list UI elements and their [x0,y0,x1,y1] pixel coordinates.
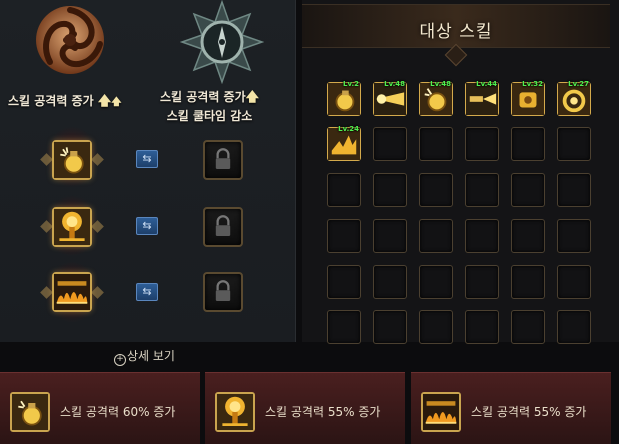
swap-button[interactable]: ⇆ [136,150,158,168]
empty-skill-slot[interactable] [373,173,407,207]
target-skill-slot[interactable]: Lv.27 [557,80,591,116]
up-arrow-icon: 🡅 [245,90,260,105]
target-skill-panel: 대상 스킬 Lv.2 Lv.48 Lv.48 Lv.44 Lv.32 Lv.27… [302,0,619,344]
lock-icon [215,148,231,169]
target-skill-slot[interactable]: Lv.32 [511,80,545,116]
effect-icon [10,392,50,432]
compass-emblem-icon[interactable] [179,0,265,85]
empty-skill-slot[interactable] [511,219,545,253]
type1-label: 스킬 공격력 증가 🡅🡅 [8,92,121,114]
empty-skill-slot[interactable] [419,127,453,161]
empty-skill-slot[interactable] [465,310,499,344]
swap-icon: ⇆ [142,285,152,298]
skill-level: Lv.2 [343,80,359,88]
empty-skill-slot[interactable] [373,265,407,299]
grenade-skill-icon [12,394,48,430]
row2-lock-slot[interactable] [203,207,243,247]
skill-level: Lv.32 [522,80,543,88]
type2-label2: 스킬 쿨타임 감소 [166,109,253,123]
empty-skill-slot[interactable] [511,265,545,299]
effect-text: 스킬 공격력 60% 증가 [60,405,176,419]
row1-lock-slot[interactable] [203,140,243,180]
empty-skill-slot[interactable] [327,265,361,299]
target-skill-slot[interactable]: Lv.48 [373,80,407,116]
left-panel: 스킬 공격력 증가 🡅🡅 스킬 공격력 증가🡅 스킬 쿨타임 감소 ⇆ ⇆ ⇆ [0,0,296,342]
up-arrow-small-icon: 🡅 [111,97,122,108]
effect-card: 스킬 공격력 60% 증가 [0,372,200,444]
swap-button[interactable]: ⇆ [136,283,158,301]
swirl-emblem-icon[interactable] [28,0,112,84]
target-skill-slot[interactable]: Lv.2 [327,80,361,116]
empty-skill-slot[interactable] [327,310,361,344]
target-skill-slot[interactable]: Lv.24 [327,125,361,161]
target-skill-title: 대상 스킬 [419,22,493,42]
explosion-tree-skill-icon [54,209,90,245]
swap-icon: ⇆ [142,152,152,165]
target-skill-header: 대상 스킬 [302,4,610,67]
empty-skill-slot[interactable] [511,127,545,161]
row3-skill-slot[interactable] [52,272,92,312]
empty-skill-slot[interactable] [465,265,499,299]
empty-skill-slot[interactable] [327,219,361,253]
skill-level: Lv.48 [384,80,405,88]
lock-icon [215,215,231,236]
row3-lock-slot[interactable] [203,272,243,312]
row2-skill-slot[interactable] [52,207,92,247]
fire-wall-skill-icon [423,394,459,430]
empty-skill-slot[interactable] [511,173,545,207]
empty-skill-slot[interactable] [557,310,591,344]
effect-card: 스킬 공격력 55% 증가 [411,372,611,444]
empty-skill-slot[interactable] [373,127,407,161]
type1-label-text: 스킬 공격력 증가 [8,94,94,108]
empty-skill-slot[interactable] [373,310,407,344]
detail-view-label: 상세 보기 [127,349,175,363]
explosion-tree-skill-icon [217,394,253,430]
skill-level: Lv.44 [476,80,497,88]
skill-level: Lv.27 [568,80,589,88]
effect-icon [215,392,255,432]
empty-skill-slot[interactable] [557,219,591,253]
target-skill-slot[interactable]: Lv.48 [419,80,453,116]
up-arrow-icon: 🡅 [97,94,112,109]
lock-icon [215,280,231,301]
empty-skill-slot[interactable] [465,127,499,161]
grenade-skill-icon [54,142,90,178]
effect-text: 스킬 공격력 55% 증가 [471,405,587,419]
type2-label1: 스킬 공격력 증가 [160,90,246,104]
type2-label: 스킬 공격력 증가🡅 스킬 쿨타임 감소 [160,88,259,125]
empty-skill-slot[interactable] [465,219,499,253]
swap-button[interactable]: ⇆ [136,217,158,235]
empty-skill-slot[interactable] [419,310,453,344]
empty-skill-slot[interactable] [373,219,407,253]
empty-skill-slot[interactable] [511,310,545,344]
header-notch [444,43,468,67]
empty-skill-slot[interactable] [327,173,361,207]
swap-icon: ⇆ [142,219,152,232]
empty-skill-slot[interactable] [419,219,453,253]
fire-wall-skill-icon [54,274,90,310]
effect-icon [421,392,461,432]
skill-level: Lv.24 [338,125,359,133]
row1-skill-slot[interactable] [52,140,92,180]
empty-skill-slot[interactable] [419,265,453,299]
empty-skill-slot[interactable] [557,265,591,299]
effect-text: 스킬 공격력 55% 증가 [265,405,381,419]
detail-view-link[interactable]: + 상세 보기 [114,347,175,366]
target-skill-slot[interactable]: Lv.44 [465,80,499,116]
skill-level: Lv.48 [430,80,451,88]
empty-skill-slot[interactable] [465,173,499,207]
effect-card: 스킬 공격력 55% 증가 [205,372,405,444]
empty-skill-slot[interactable] [419,173,453,207]
empty-skill-slot[interactable] [557,127,591,161]
empty-skill-slot[interactable] [557,173,591,207]
zoom-in-icon: + [114,354,126,366]
